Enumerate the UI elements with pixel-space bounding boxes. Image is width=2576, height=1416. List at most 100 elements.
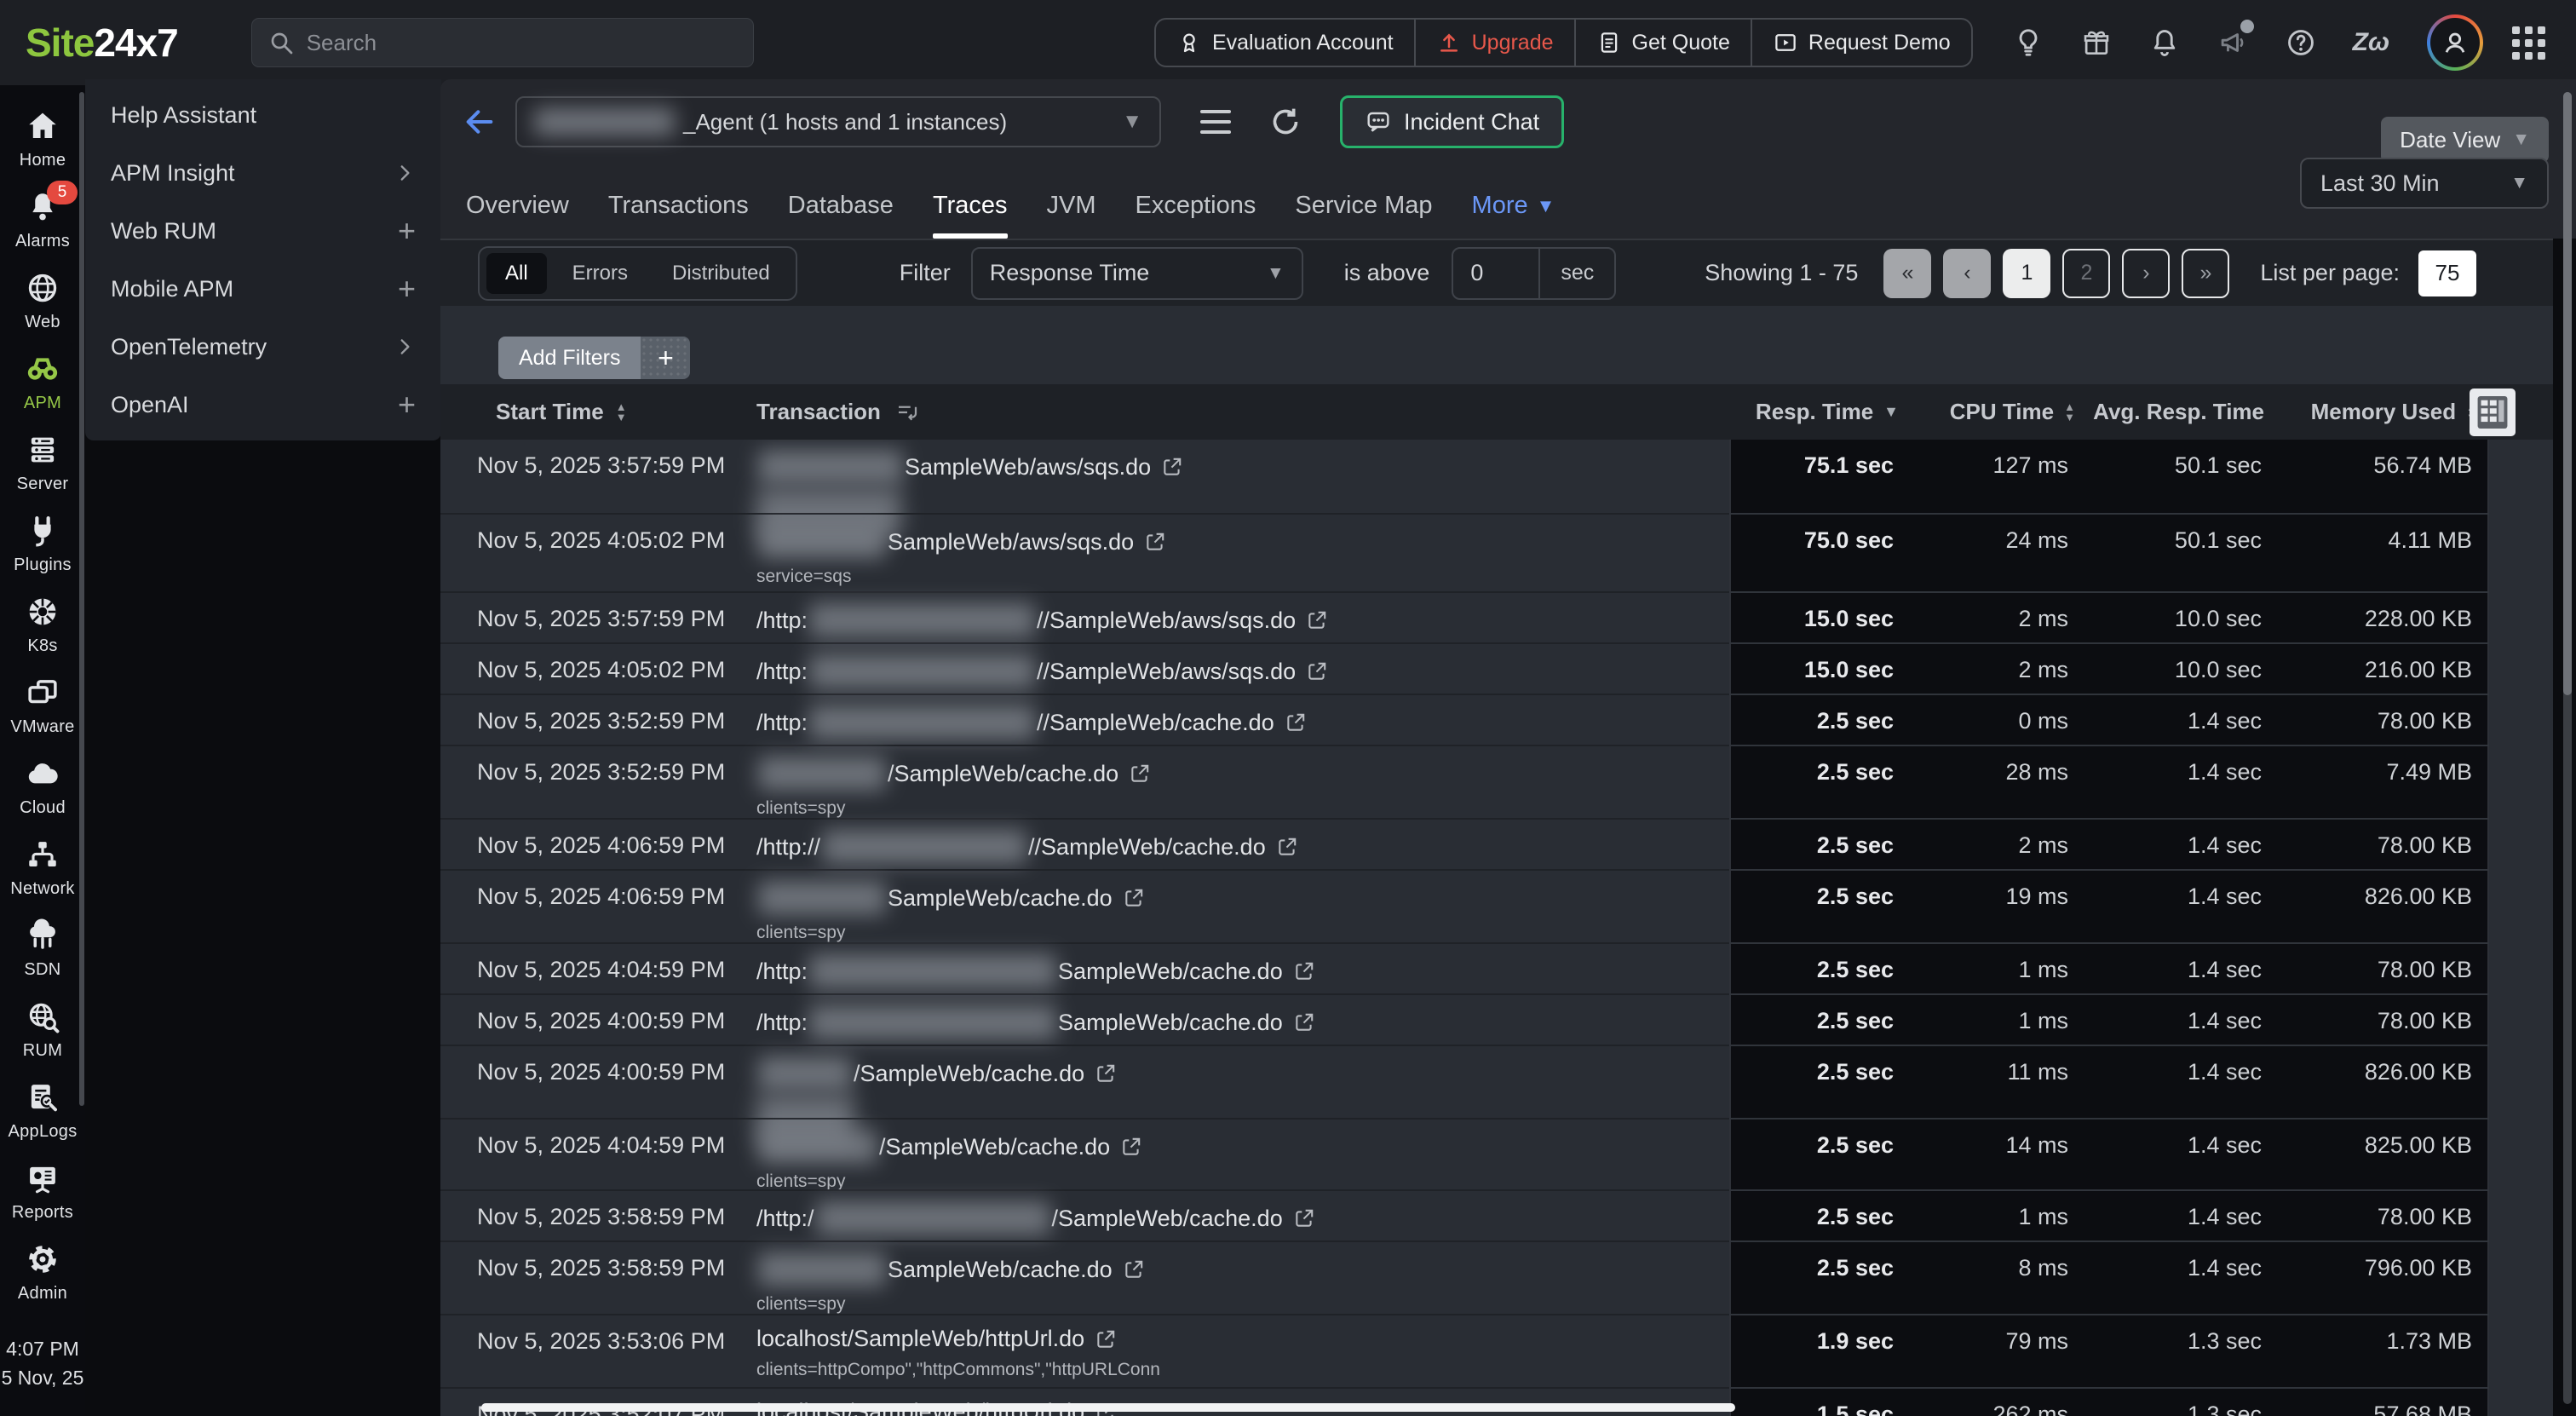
external-link-icon[interactable] <box>1129 763 1151 785</box>
rail-scrollbar[interactable] <box>79 92 84 1106</box>
sidebar-item-vmware[interactable]: VMware <box>0 665 85 746</box>
transaction-link[interactable]: /http:SampleWeb/cache.do <box>756 1005 1711 1039</box>
page-button-«[interactable]: « <box>1883 249 1931 298</box>
sidebar-item-server[interactable]: Server <box>0 423 85 504</box>
sidebar-item-reports[interactable]: Reports <box>0 1151 85 1232</box>
list-per-page-input[interactable] <box>2418 250 2476 296</box>
table-row[interactable]: Nov 5, 2025 3:57:59 PM SampleWeb/aws/sqs… <box>440 440 2553 515</box>
table-row[interactable]: Nov 5, 2025 4:04:59 PM /SampleWeb/cache.… <box>440 1120 2553 1191</box>
menu-icon[interactable] <box>1200 110 1231 134</box>
external-link-icon[interactable] <box>1120 1136 1142 1158</box>
sort-icon[interactable]: ▲▼ <box>616 402 627 421</box>
sidebar-item-admin[interactable]: Admin <box>0 1232 85 1313</box>
evaluation-account-button[interactable]: Evaluation Account <box>1156 20 1414 66</box>
vertical-scrollbar[interactable] <box>2563 92 2572 1404</box>
filter-field-dropdown[interactable]: Response Time ▼ <box>971 247 1303 300</box>
column-cpu-time[interactable]: CPU Time▲▼ <box>1912 399 2087 425</box>
transaction-link[interactable]: SampleWeb/cache.do <box>756 881 1711 915</box>
column-transaction[interactable]: Transaction <box>756 384 920 440</box>
add-filters-button[interactable]: Add Filters + <box>498 337 690 379</box>
apps-grid-icon[interactable] <box>2512 26 2545 60</box>
incident-chat-button[interactable]: Incident Chat <box>1340 95 1564 148</box>
transaction-link[interactable]: /http://SampleWeb/aws/sqs.do <box>756 654 1711 688</box>
external-link-icon[interactable] <box>1306 609 1328 631</box>
external-link-icon[interactable] <box>1293 960 1315 982</box>
page-button-2[interactable]: 2 <box>2062 249 2110 298</box>
sidebar-item-web-rum[interactable]: Web RUM+ <box>85 202 441 260</box>
transaction-link[interactable]: SampleWeb/aws/sqs.do <box>756 450 1711 484</box>
tab-more[interactable]: More▼ <box>1472 192 1555 239</box>
column-chooser-icon[interactable] <box>2470 389 2516 436</box>
transaction-link[interactable]: /http://SampleWeb/cache.do <box>756 1201 1711 1235</box>
column-avg-resp-time[interactable]: Avg. Resp. Time <box>2087 399 2283 425</box>
tab-exceptions[interactable]: Exceptions <box>1136 192 1256 239</box>
upgrade-button[interactable]: Upgrade <box>1414 20 1574 66</box>
external-link-icon[interactable] <box>1095 1062 1117 1085</box>
sidebar-item-plugins[interactable]: Plugins <box>0 504 85 584</box>
back-button[interactable] <box>463 105 497 139</box>
help-icon[interactable] <box>2285 26 2317 59</box>
gift-icon[interactable] <box>2080 26 2113 59</box>
external-link-icon[interactable] <box>1161 456 1183 478</box>
transaction-link[interactable]: /SampleWeb/cache.do <box>756 1130 1711 1164</box>
table-row[interactable]: Nov 5, 2025 3:57:59 PM /http://SampleWeb… <box>440 593 2553 644</box>
segment-all[interactable]: All <box>486 253 547 294</box>
sidebar-item-web[interactable]: Web <box>0 261 85 342</box>
table-row[interactable]: Nov 5, 2025 4:04:59 PM /http:SampleWeb/c… <box>440 944 2553 995</box>
sidebar-item-apm[interactable]: APM <box>0 342 85 423</box>
group-by-icon[interactable] <box>894 400 920 425</box>
external-link-icon[interactable] <box>1123 887 1145 909</box>
transaction-link[interactable]: /http:SampleWeb/cache.do <box>756 954 1711 988</box>
external-link-icon[interactable] <box>1095 1328 1117 1350</box>
table-row[interactable]: Nov 5, 2025 3:52:59 PM /http://SampleWeb… <box>440 695 2553 746</box>
external-link-icon[interactable] <box>1144 531 1166 553</box>
column-resp-time[interactable]: Resp. Time▼ <box>1729 399 1912 425</box>
search-input[interactable] <box>307 30 681 56</box>
tab-jvm[interactable]: JVM <box>1047 192 1096 239</box>
transaction-link[interactable]: /http://SampleWeb/cache.do <box>756 705 1711 740</box>
external-link-icon[interactable] <box>1276 836 1298 858</box>
transaction-link[interactable]: /SampleWeb/cache.do <box>756 757 1711 791</box>
sidebar-item-applogs[interactable]: AppLogs <box>0 1070 85 1151</box>
transaction-link[interactable]: /http:////SampleWeb/cache.do <box>756 830 1711 864</box>
sidebar-item-mobile-apm[interactable]: Mobile APM+ <box>85 260 441 318</box>
date-view-button[interactable]: Date View ▼ <box>2381 117 2549 163</box>
table-row[interactable]: Nov 5, 2025 4:06:59 PM SampleWeb/cache.d… <box>440 871 2553 944</box>
segment-distributed[interactable]: Distributed <box>653 253 789 294</box>
tab-database[interactable]: Database <box>788 192 894 239</box>
tab-transactions[interactable]: Transactions <box>608 192 749 239</box>
sidebar-item-sdn[interactable]: SDN <box>0 908 85 989</box>
horizontal-scrollbar[interactable] <box>481 1403 1735 1412</box>
request-demo-button[interactable]: Request Demo <box>1751 20 1971 66</box>
sidebar-item-apm-insight[interactable]: APM Insight <box>85 144 441 202</box>
transaction-link[interactable]: /http://SampleWeb/aws/sqs.do <box>756 603 1711 637</box>
tab-service-map[interactable]: Service Map <box>1295 192 1432 239</box>
page-button-»[interactable]: » <box>2182 249 2229 298</box>
time-range-dropdown[interactable]: Last 30 Min ▼ <box>2300 158 2549 209</box>
sidebar-item-home[interactable]: Home <box>0 99 85 180</box>
global-search[interactable] <box>251 18 754 67</box>
sidebar-item-cloud[interactable]: Cloud <box>0 746 85 827</box>
avatar[interactable] <box>2427 14 2483 71</box>
get-quote-button[interactable]: Get Quote <box>1574 20 1751 66</box>
table-row[interactable]: Nov 5, 2025 3:52:59 PM /SampleWeb/cache.… <box>440 746 2553 820</box>
monitor-dropdown[interactable]: _Agent (1 hosts and 1 instances) ▼ <box>515 96 1161 147</box>
external-link-icon[interactable] <box>1306 660 1328 682</box>
segment-errors[interactable]: Errors <box>554 253 647 294</box>
transaction-link[interactable]: localhost/SampleWeb/httpUrl.do <box>756 1326 1711 1352</box>
column-memory-used[interactable]: Memory Used▲▼ <box>2283 399 2489 425</box>
sort-icon[interactable]: ▲▼ <box>2064 402 2075 421</box>
tab-traces[interactable]: Traces <box>933 192 1008 239</box>
table-row[interactable]: Nov 5, 2025 4:00:59 PM /SampleWeb/cache.… <box>440 1046 2553 1120</box>
external-link-icon[interactable] <box>1293 1011 1315 1033</box>
tab-overview[interactable]: Overview <box>466 192 569 239</box>
table-row[interactable]: Nov 5, 2025 4:05:02 PM SampleWeb/aws/sqs… <box>440 515 2553 593</box>
sidebar-item-openai[interactable]: OpenAI+ <box>85 376 441 434</box>
bell-icon[interactable] <box>2148 26 2181 59</box>
external-link-icon[interactable] <box>1293 1207 1315 1229</box>
table-row[interactable]: Nov 5, 2025 3:52:07 PM localhost/SampleW… <box>440 1389 2553 1416</box>
table-row[interactable]: Nov 5, 2025 4:05:02 PM /http://SampleWeb… <box>440 644 2553 695</box>
external-link-icon[interactable] <box>1285 711 1307 734</box>
megaphone-icon[interactable] <box>2217 26 2249 59</box>
table-row[interactable]: Nov 5, 2025 3:53:06 PM localhost/SampleW… <box>440 1315 2553 1389</box>
